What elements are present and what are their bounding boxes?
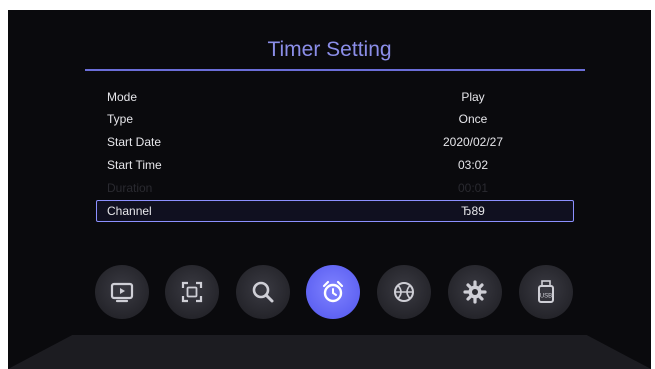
setting-label: Start Date [107, 135, 162, 149]
setting-row-type[interactable]: Type Once [96, 108, 574, 130]
tv-screen: Timer Setting Mode Play Type Once Start … [8, 10, 651, 369]
setting-label: Type [107, 112, 134, 126]
search-icon [252, 281, 274, 303]
basketball-icon [394, 282, 414, 302]
setting-value: Play [461, 90, 485, 104]
main-menu-bar: USB [8, 265, 651, 321]
usb-label: USB [540, 294, 552, 300]
menu-button-usb[interactable]: USB [519, 265, 573, 319]
menu-button-timer[interactable] [306, 265, 360, 319]
setting-value: 00:01 [457, 181, 489, 195]
menu-button-sports[interactable] [377, 265, 431, 319]
setting-label: Mode [107, 90, 138, 104]
page-title: Timer Setting [267, 38, 392, 61]
tv-icon [110, 282, 134, 303]
setting-value: 2020/02/27 [442, 135, 504, 149]
setting-value: Ђ89 [461, 204, 485, 218]
gear-icon [463, 280, 487, 304]
setting-row-channel[interactable]: Channel Ђ89 [96, 200, 574, 222]
floor-shadow [8, 335, 651, 369]
title-divider [85, 69, 585, 71]
setting-label: Duration [107, 181, 153, 195]
menu-button-picture[interactable] [165, 265, 219, 319]
setting-label: Channel [107, 204, 152, 218]
menu-button-tv[interactable] [95, 265, 149, 319]
setting-row-start-date[interactable]: Start Date 2020/02/27 [96, 131, 574, 153]
alarm-clock-icon [322, 280, 344, 303]
setting-value: Once [458, 112, 488, 126]
setting-label: Start Time [107, 158, 162, 172]
menu-button-settings[interactable] [448, 265, 502, 319]
usb-icon: USB [538, 280, 554, 303]
screen-icon [181, 281, 203, 303]
setting-row-mode[interactable]: Mode Play [96, 86, 574, 108]
setting-row-duration: Duration 00:01 [96, 177, 574, 199]
setting-row-start-time[interactable]: Start Time 03:02 [96, 154, 574, 176]
menu-button-search[interactable] [236, 265, 290, 319]
setting-value: 03:02 [457, 158, 489, 172]
